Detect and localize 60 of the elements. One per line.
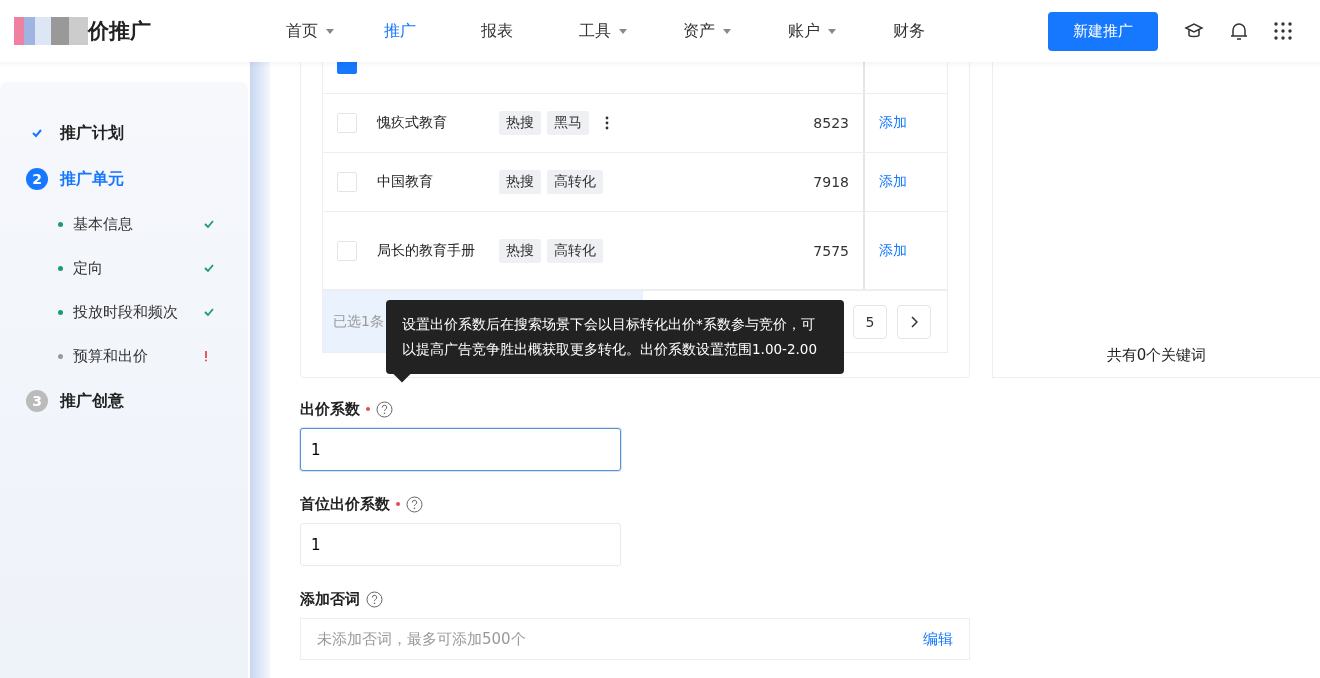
field-label: 出价系数 [300, 399, 360, 419]
more-icon[interactable] [605, 116, 609, 130]
keyword-text: 中国教育 [377, 172, 434, 192]
apps-grid-icon[interactable] [1274, 22, 1292, 40]
bullet-dot [58, 221, 63, 227]
bullet-dot [58, 265, 63, 271]
warning-icon [203, 350, 209, 362]
check-icon [203, 262, 215, 274]
tag: 热搜 [499, 238, 541, 263]
search-count: 8523 [812, 115, 849, 131]
logo-text: 价推广 [88, 18, 151, 45]
tag: 黑马 [547, 111, 589, 135]
nav-tab[interactable]: 工具 [578, 20, 684, 42]
selected-count: 已选1条 [333, 312, 384, 331]
search-count: 7918 [812, 174, 849, 190]
help-icon[interactable] [406, 495, 423, 513]
check-icon [203, 218, 215, 230]
step-number: 3 [26, 390, 48, 412]
nav-tab[interactable]: 推广 [383, 20, 482, 42]
next-page-button[interactable] [897, 304, 931, 339]
substep-label[interactable]: 定向 [73, 258, 203, 278]
placeholder-text: 未添加否词，最多可添加500个 [317, 629, 526, 649]
page-button[interactable]: 5 [853, 304, 887, 339]
add-link[interactable]: 添加 [879, 173, 907, 191]
bell-icon[interactable] [1230, 21, 1248, 41]
field-label: 添加否词 [300, 589, 360, 609]
substep-label[interactable]: 预算和出价 [73, 346, 203, 366]
add-link[interactable]: 添加 [879, 241, 907, 260]
search-count: 7575 [812, 242, 849, 259]
substep-label[interactable]: 投放时段和频次 [73, 302, 203, 322]
tag: 高转化 [547, 238, 603, 263]
input-field[interactable]: 1 [300, 523, 621, 566]
nav-tab[interactable]: 财务 [893, 20, 999, 42]
keyword-text: 愧疚式教育 [377, 113, 448, 133]
bullet-dot [58, 309, 63, 315]
step-number: 2 [26, 168, 48, 190]
step-label[interactable]: 推广计划 [60, 122, 124, 144]
help-icon[interactable] [376, 400, 393, 418]
input-field[interactable]: 1 [300, 428, 621, 471]
nav-tab[interactable]: 账户 [788, 20, 894, 42]
keyword-summary: 共有0个关键词 [1106, 346, 1207, 365]
help-icon[interactable] [366, 590, 383, 608]
chevron-right-icon [910, 315, 918, 328]
tag: 热搜 [499, 111, 541, 135]
add-link[interactable]: 添加 [879, 114, 907, 132]
step-label[interactable]: 推广单元 [60, 168, 124, 190]
nav-tab[interactable]: 首页 [286, 20, 384, 42]
field-label: 首位出价系数 [300, 494, 390, 514]
substep-label[interactable]: 基本信息 [73, 214, 203, 234]
tag: 热搜 [499, 170, 541, 194]
nav-tab[interactable]: 资产 [683, 20, 789, 42]
step-label[interactable]: 推广创意 [60, 390, 124, 412]
bullet-dot [58, 353, 63, 359]
check-icon [203, 306, 215, 318]
nav-tab[interactable]: 报表 [481, 20, 579, 42]
new-button[interactable]: 新建推广 [1048, 11, 1158, 51]
keyword-text: 局长的教育手册 [377, 240, 476, 260]
negative-words-field[interactable]: 未添加否词，最多可添加500个 编辑 [300, 618, 970, 660]
edit-link[interactable]: 编辑 [923, 629, 953, 649]
tag: 高转化 [547, 170, 603, 194]
